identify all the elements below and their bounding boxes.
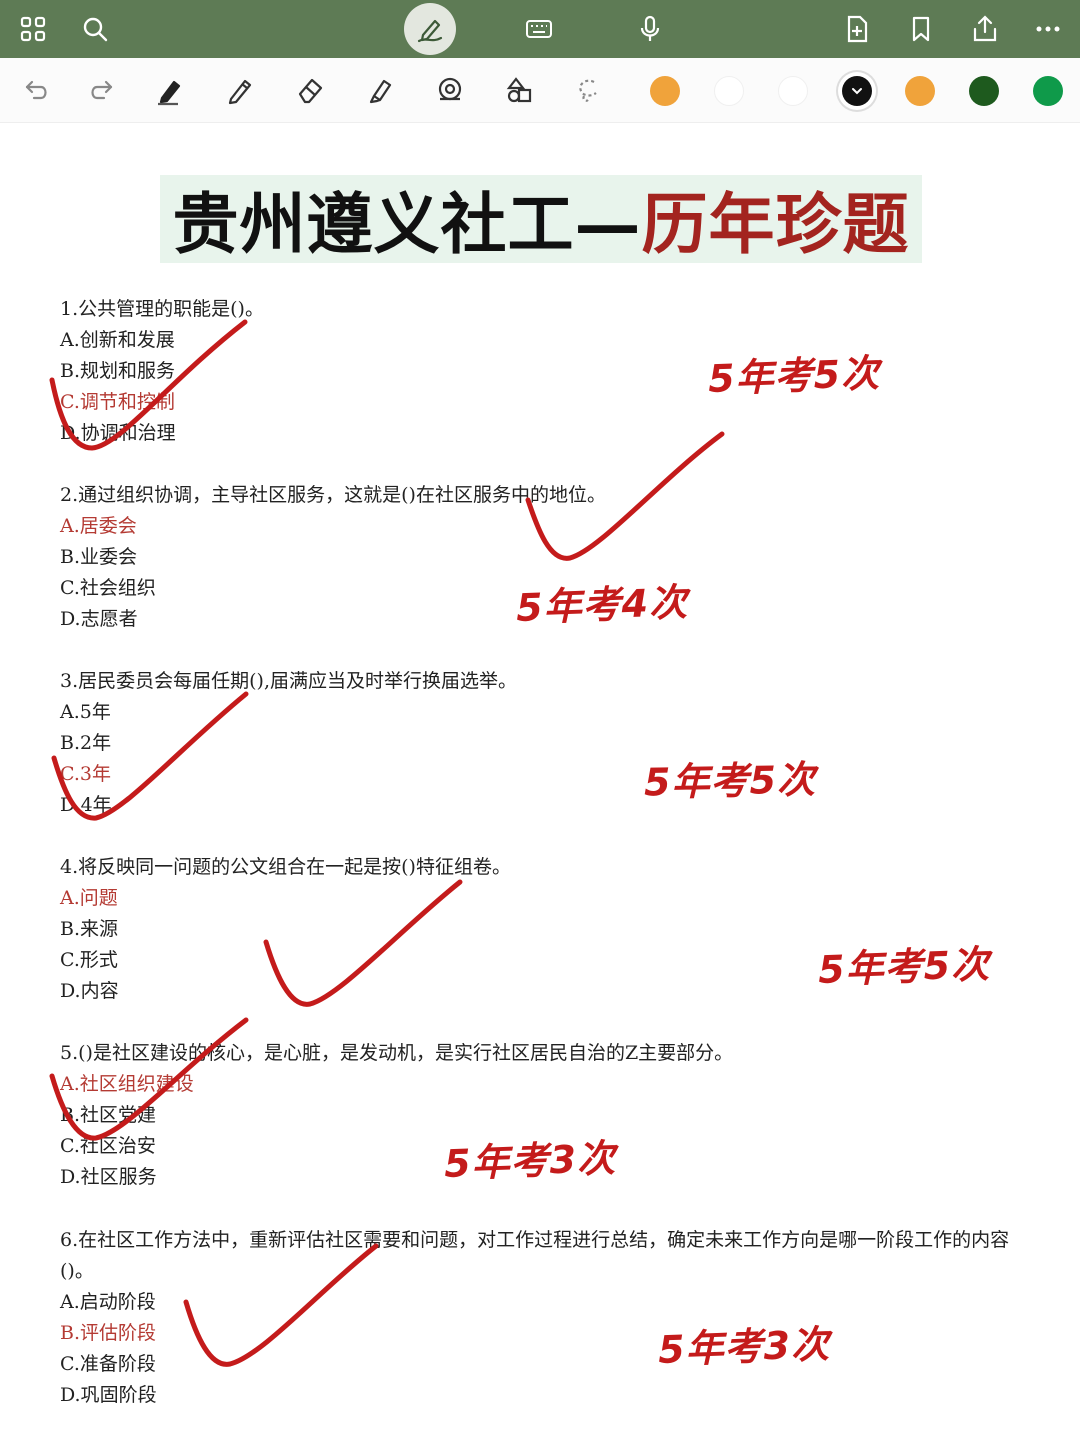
question-stem: 1.公共管理的职能是()。 [60,298,264,320]
question-stem: 4.将反映同一问题的公文组合在一起是按()特征组卷。 [60,856,511,878]
exam-frequency-note-3: 5年考5次 [643,757,817,805]
option-d: D.巩固阶段 [60,1384,157,1406]
more-icon[interactable] [1025,6,1071,52]
exam-frequency-note-5: 5年考3次 [443,1136,617,1186]
undo-icon[interactable] [16,68,60,112]
fountain-pen-icon[interactable] [148,68,192,112]
title-main: 贵州遵义社工— [172,185,642,263]
color-swatch-white-2[interactable] [778,76,808,106]
option-b: B.业委会 [60,546,138,568]
exam-frequency-note-4: 5年考5次 [817,942,991,992]
exam-frequency-note-2: 5年考4次 [515,580,689,630]
color-swatch-white-1[interactable] [714,76,744,106]
question-6: 6.在社区工作方法中，重新评估社区需要和问题，对工作过程进行总结，确定未来工作方… [60,1225,1035,1411]
option-c-answer: C.3年 [60,763,111,785]
question-1: 1.公共管理的职能是()。 A.创新和发展 B.规划和服务 C.调节和控制 D.… [60,294,1050,449]
question-3: 3.居民委员会每届任期(),届满应当及时举行换届选举。 A.5年 B.2年 C.… [60,666,1050,821]
option-a-answer: A.居委会 [60,515,137,537]
tape-icon[interactable] [428,68,472,112]
keyboard-icon[interactable] [516,6,562,52]
color-swatch-green[interactable] [1033,76,1063,106]
option-b: B.社区党建 [60,1104,157,1126]
highlighter-icon[interactable] [358,68,402,112]
bookmark-icon[interactable] [898,6,944,52]
color-swatch-dark-green[interactable] [969,76,999,106]
exam-frequency-note-1: 5年考5次 [707,351,881,401]
redo-icon[interactable] [78,68,122,112]
color-swatch-black-selected[interactable] [842,76,872,106]
option-a-answer: A.社区组织建设 [60,1073,194,1095]
app-top-bar [0,0,1080,58]
eraser-icon[interactable] [288,68,332,112]
option-d: D.协调和治理 [60,422,176,444]
option-c-answer: C.调节和控制 [60,391,175,413]
share-icon[interactable] [962,6,1008,52]
question-stem: 2.通过组织协调，主导社区服务，这就是()在社区服务中的地位。 [60,484,606,506]
search-icon[interactable] [72,6,118,52]
page-title: 贵州遵义社工— 历年珍题 [160,175,922,263]
shapes-icon[interactable] [498,68,542,112]
question-stem: 3.居民委员会每届任期(),届满应当及时举行换届选举。 [60,670,517,692]
grid-icon[interactable] [10,6,56,52]
option-b-answer: B.评估阶段 [60,1322,157,1344]
pen-mode-icon[interactable] [404,3,456,55]
option-a: A.创新和发展 [60,329,175,351]
drawing-toolbar [0,58,1080,123]
color-swatch-orange-2[interactable] [905,76,935,106]
option-a: A.启动阶段 [60,1291,156,1313]
chevron-down-icon [852,88,862,95]
question-stem: 5.()是社区建设的核心，是心脏，是发动机，是实行社区居民自治的Z主要部分。 [60,1042,734,1064]
option-c: C.准备阶段 [60,1353,156,1375]
exam-frequency-note-6: 5年考3次 [657,1322,831,1372]
title-highlight: 贵州遵义社工— 历年珍题 [160,175,922,263]
microphone-icon[interactable] [627,6,673,52]
option-a-answer: A.问题 [60,887,118,909]
option-b: B.2年 [60,732,112,754]
lasso-icon[interactable] [566,68,610,112]
add-page-icon[interactable] [834,6,880,52]
title-accent: 历年珍题 [641,185,910,263]
color-swatch-orange[interactable] [650,76,680,106]
option-a: A.5年 [60,701,111,723]
question-stem: 6.在社区工作方法中，重新评估社区需要和问题，对工作过程进行总结，确定未来工作方… [60,1229,1010,1282]
pencil-icon[interactable] [218,68,262,112]
option-d: D.4年 [60,794,112,816]
option-b: B.规划和服务 [60,360,176,382]
